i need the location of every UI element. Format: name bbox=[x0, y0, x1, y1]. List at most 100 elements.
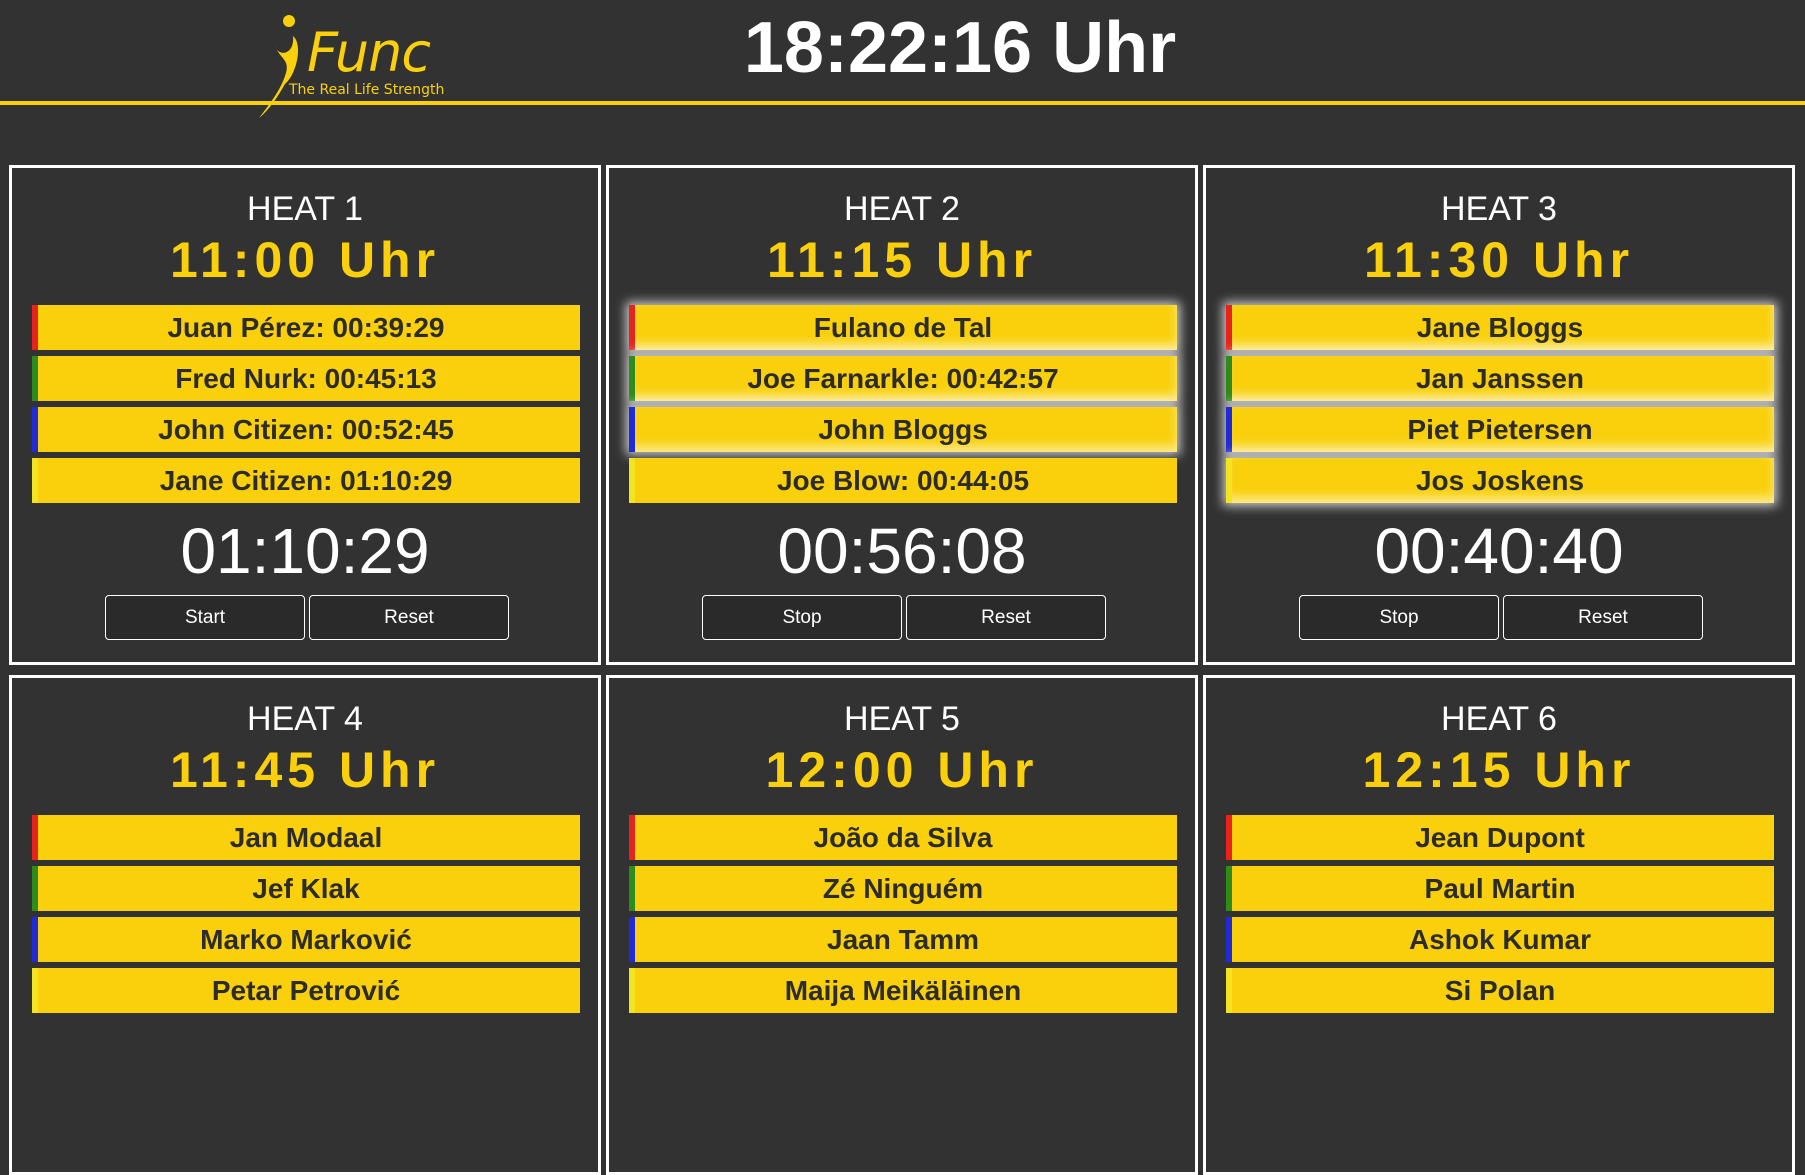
athlete-row[interactable]: Piet Pietersen bbox=[1226, 407, 1774, 452]
athlete-name: Fulano de Tal bbox=[813, 312, 993, 343]
athlete-name: Fred Nurk: 00:45:13 bbox=[175, 363, 437, 394]
athlete-row[interactable]: Ashok Kumar bbox=[1226, 917, 1774, 962]
heat-panel-5: HEAT 5 12:00 Uhr João da Silva Zé Ninguém Ja… bbox=[606, 675, 1198, 1175]
athlete-row[interactable]: John Citizen: 00:52:45 bbox=[32, 407, 580, 452]
athlete-row[interactable]: Jan Janssen bbox=[1226, 356, 1774, 401]
start-button[interactable]: Start bbox=[105, 595, 305, 640]
athlete-row[interactable]: Jos Joskens bbox=[1226, 458, 1774, 503]
lane-color-marker bbox=[629, 815, 635, 860]
athlete-row[interactable]: Jane Bloggs bbox=[1226, 305, 1774, 350]
athlete-name: Si Polan bbox=[1444, 975, 1556, 1006]
heat-panel-1: HEAT 1 11:00 Uhr Juan Pérez: 00:39:29 Fred … bbox=[9, 165, 601, 665]
lane-color-marker bbox=[629, 968, 635, 1013]
heat-start-time: 11:15 Uhr bbox=[766, 232, 1038, 288]
heat-title: HEAT 5 bbox=[844, 700, 960, 738]
lane-color-marker bbox=[1226, 968, 1232, 1013]
lane-color-marker bbox=[32, 305, 38, 350]
athlete-row[interactable]: John Bloggs bbox=[629, 407, 1177, 452]
athlete-name: Maija Meikäläinen bbox=[784, 975, 1022, 1006]
lane-color-marker bbox=[32, 407, 38, 452]
athlete-row[interactable]: Paul Martin bbox=[1226, 866, 1774, 911]
reset-button[interactable]: Reset bbox=[906, 595, 1106, 640]
heat-start-time: 12:00 Uhr bbox=[765, 742, 1039, 798]
stop-button[interactable]: Stop bbox=[702, 595, 902, 640]
athlete-name: John Bloggs bbox=[818, 414, 988, 445]
athlete-name: Piet Pietersen bbox=[1407, 414, 1593, 445]
athlete-name: Joe Blow: 00:44:05 bbox=[776, 465, 1030, 496]
athlete-name: Jane Bloggs bbox=[1416, 312, 1584, 343]
athlete-list: Jane Bloggs Jan Janssen Piet Pietersen Jos … bbox=[1226, 305, 1774, 509]
timer-controls: Start Reset bbox=[105, 595, 511, 640]
athlete-name: Petar Petrović bbox=[211, 975, 401, 1006]
athlete-list: João da Silva Zé Ninguém Jaan Tamm Maija Me… bbox=[629, 815, 1177, 1019]
lane-color-marker bbox=[1226, 866, 1232, 911]
athlete-row[interactable]: Maija Meikäläinen bbox=[629, 968, 1177, 1013]
athlete-row[interactable]: Jan Modaal bbox=[32, 815, 580, 860]
athlete-row[interactable]: Si Polan bbox=[1226, 968, 1774, 1013]
athlete-list: Juan Pérez: 00:39:29 Fred Nurk: 00:45:13 J… bbox=[32, 305, 580, 509]
heat-timer: 00:56:08 bbox=[777, 515, 1027, 587]
lane-color-marker bbox=[629, 458, 635, 503]
athlete-name: Jean Dupont bbox=[1415, 822, 1585, 853]
athlete-name: Jane Citizen: 01:10:29 bbox=[159, 465, 453, 496]
heat-title: HEAT 2 bbox=[844, 190, 960, 228]
athlete-row[interactable]: Zé Ninguém bbox=[629, 866, 1177, 911]
lane-color-marker bbox=[1226, 917, 1232, 962]
athlete-row[interactable]: Joe Farnarkle: 00:42:57 bbox=[629, 356, 1177, 401]
athlete-row[interactable]: Jane Citizen: 01:10:29 bbox=[32, 458, 580, 503]
athlete-list: Jan Modaal Jef Klak Marko Marković Petar Pe… bbox=[32, 815, 580, 1019]
heat-timer: 00:40:40 bbox=[1374, 515, 1624, 587]
heat-start-time: 11:00 Uhr bbox=[169, 232, 441, 288]
reset-button[interactable]: Reset bbox=[1503, 595, 1703, 640]
heat-panel-3: HEAT 3 11:30 Uhr Jane Bloggs Jan Janssen Pie… bbox=[1203, 165, 1795, 665]
heat-panel-4: HEAT 4 11:45 Uhr Jan Modaal Jef Klak Marko M… bbox=[9, 675, 601, 1175]
athlete-name: Marko Marković bbox=[200, 924, 412, 955]
athlete-name: Jos Joskens bbox=[1415, 465, 1585, 496]
athlete-row[interactable]: Jean Dupont bbox=[1226, 815, 1774, 860]
athlete-name: Zé Ninguém bbox=[822, 873, 984, 904]
athlete-name: Juan Pérez: 00:39:29 bbox=[167, 312, 445, 343]
athlete-row[interactable]: Fulano de Tal bbox=[629, 305, 1177, 350]
heat-panel-2: HEAT 2 11:15 Uhr Fulano de Tal Joe Farnarkl… bbox=[606, 165, 1198, 665]
lane-color-marker bbox=[32, 458, 38, 503]
stop-button[interactable]: Stop bbox=[1299, 595, 1499, 640]
athlete-name: Jef Klak bbox=[252, 873, 360, 904]
lane-color-marker bbox=[1226, 458, 1232, 503]
lane-color-marker bbox=[629, 356, 635, 401]
heat-title: HEAT 4 bbox=[247, 700, 363, 738]
athlete-name: Jan Janssen bbox=[1415, 363, 1585, 394]
athlete-name: Paul Martin bbox=[1424, 873, 1576, 904]
athlete-name: Jan Modaal bbox=[229, 822, 383, 853]
lane-color-marker bbox=[1226, 815, 1232, 860]
heat-timer: 01:10:29 bbox=[180, 515, 430, 587]
timer-controls: Stop Reset bbox=[1299, 595, 1705, 640]
athlete-list: Jean Dupont Paul Martin Ashok Kumar Si Pola… bbox=[1226, 815, 1774, 1019]
athlete-row[interactable]: Joe Blow: 00:44:05 bbox=[629, 458, 1177, 503]
athlete-list: Fulano de Tal Joe Farnarkle: 00:42:57 John… bbox=[629, 305, 1177, 509]
athlete-row[interactable]: Jef Klak bbox=[32, 866, 580, 911]
athlete-name: Joe Farnarkle: 00:42:57 bbox=[747, 363, 1059, 394]
lane-color-marker bbox=[629, 866, 635, 911]
athlete-row[interactable]: João da Silva bbox=[629, 815, 1177, 860]
lane-color-marker bbox=[32, 815, 38, 860]
heat-start-time: 11:30 Uhr bbox=[1363, 232, 1635, 288]
lane-color-marker bbox=[32, 968, 38, 1013]
lane-color-marker bbox=[629, 305, 635, 350]
heat-title: HEAT 3 bbox=[1441, 190, 1557, 228]
reset-button[interactable]: Reset bbox=[309, 595, 509, 640]
lane-color-marker bbox=[1226, 305, 1232, 350]
heat-start-time: 12:15 Uhr bbox=[1362, 742, 1636, 798]
lane-color-marker bbox=[1226, 407, 1232, 452]
athlete-row[interactable]: Petar Petrović bbox=[32, 968, 580, 1013]
top-bar: Func The Real Life Strength 18:22:16 Uhr bbox=[0, 0, 1805, 118]
athlete-name: John Citizen: 00:52:45 bbox=[158, 414, 454, 445]
athlete-row[interactable]: Juan Pérez: 00:39:29 bbox=[32, 305, 580, 350]
lane-color-marker bbox=[32, 356, 38, 401]
athlete-name: João da Silva bbox=[813, 822, 993, 853]
athlete-row[interactable]: Fred Nurk: 00:45:13 bbox=[32, 356, 580, 401]
athlete-row[interactable]: Marko Marković bbox=[32, 917, 580, 962]
athlete-row[interactable]: Jaan Tamm bbox=[629, 917, 1177, 962]
lane-color-marker bbox=[32, 866, 38, 911]
timer-controls: Stop Reset bbox=[702, 595, 1108, 640]
lane-color-marker bbox=[1226, 356, 1232, 401]
